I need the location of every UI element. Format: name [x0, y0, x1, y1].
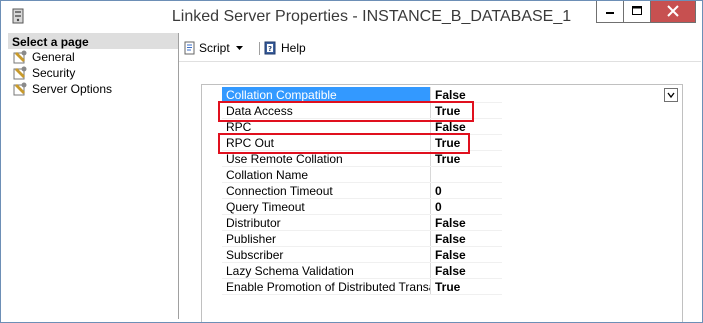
minimize-icon: [606, 12, 614, 14]
nav-item-security[interactable]: Security: [8, 65, 178, 81]
property-name: Collation Name: [222, 167, 431, 182]
property-name: Distributor: [222, 215, 431, 230]
nav-item-label: General: [32, 50, 75, 64]
property-value[interactable]: False: [431, 247, 502, 262]
property-row-subscriber[interactable]: Subscriber False: [222, 247, 502, 263]
nav-item-general[interactable]: General: [8, 49, 178, 65]
property-name: Connection Timeout: [222, 183, 431, 198]
select-page-pane: Select a page General Security Server Op…: [8, 33, 179, 319]
property-value[interactable]: False: [431, 263, 502, 278]
property-value[interactable]: False: [431, 215, 502, 230]
property-value[interactable]: True: [431, 135, 502, 150]
property-value[interactable]: False: [431, 231, 502, 246]
help-book-icon: ?: [264, 41, 276, 55]
property-row-enable-promotion[interactable]: Enable Promotion of Distributed Transact…: [222, 279, 502, 295]
property-row-connection-timeout[interactable]: Connection Timeout 0: [222, 183, 502, 199]
property-row-rpc[interactable]: RPC False: [222, 119, 502, 135]
properties-pane: Script ? Help Collation Compatible False…: [179, 33, 701, 322]
property-row-distributor[interactable]: Distributor False: [222, 215, 502, 231]
property-value[interactable]: 0: [431, 199, 502, 214]
property-name: Data Access: [222, 103, 431, 118]
property-name: Query Timeout: [222, 199, 431, 214]
property-row-query-timeout[interactable]: Query Timeout 0: [222, 199, 502, 215]
property-name: Lazy Schema Validation: [222, 263, 431, 278]
close-icon: [667, 5, 679, 17]
property-value[interactable]: True: [431, 151, 502, 166]
minimize-button[interactable]: [597, 1, 623, 22]
close-button[interactable]: [650, 1, 695, 22]
chevron-down-icon: [667, 92, 675, 99]
property-name: Enable Promotion of Distributed Transact…: [222, 279, 431, 294]
property-value[interactable]: True: [431, 279, 502, 294]
property-row-data-access[interactable]: Data Access True: [222, 103, 502, 119]
property-row-collation-name[interactable]: Collation Name: [222, 167, 502, 183]
property-value[interactable]: 0: [431, 183, 502, 198]
property-name: RPC Out: [222, 135, 431, 150]
property-row-publisher[interactable]: Publisher False: [222, 231, 502, 247]
select-page-header: Select a page: [8, 33, 178, 49]
wrench-page-icon: [13, 50, 27, 64]
nav-item-server-options[interactable]: Server Options: [8, 81, 178, 97]
property-name: RPC: [222, 119, 431, 134]
window-controls: [596, 1, 696, 23]
property-name: Use Remote Collation: [222, 151, 431, 166]
property-value[interactable]: False: [431, 119, 502, 134]
property-grid: Collation Compatible False Data Access T…: [201, 84, 683, 322]
property-row-use-remote-collation[interactable]: Use Remote Collation True: [222, 151, 502, 167]
script-icon: [184, 41, 195, 55]
property-name: Subscriber: [222, 247, 431, 262]
property-row-lazy-schema-validation[interactable]: Lazy Schema Validation False: [222, 263, 502, 279]
nav-item-label: Server Options: [32, 82, 113, 96]
help-button[interactable]: ? Help: [263, 41, 306, 55]
property-list: Collation Compatible False Data Access T…: [218, 87, 502, 295]
property-row-rpc-out[interactable]: RPC Out True: [222, 135, 502, 151]
wrench-page-icon: [13, 82, 27, 96]
property-value[interactable]: True: [431, 103, 502, 118]
script-label: Script: [199, 41, 230, 55]
maximize-icon: [632, 6, 642, 15]
property-value[interactable]: False: [431, 87, 502, 102]
linked-server-properties-window: Linked Server Properties - INSTANCE_B_DA…: [0, 0, 703, 323]
property-value[interactable]: [431, 167, 502, 182]
property-row-collation-compatible[interactable]: Collation Compatible False: [222, 87, 502, 103]
svg-text:?: ?: [268, 45, 272, 53]
title-bar[interactable]: Linked Server Properties - INSTANCE_B_DA…: [1, 1, 702, 31]
dropdown-arrow-icon: [236, 46, 244, 51]
toolbar: Script ? Help: [179, 33, 701, 62]
property-name: Collation Compatible: [222, 87, 431, 102]
collapse-button[interactable]: [664, 88, 678, 102]
script-button[interactable]: Script: [183, 41, 244, 55]
help-label: Help: [281, 41, 306, 55]
wrench-page-icon: [13, 66, 27, 80]
property-name: Publisher: [222, 231, 431, 246]
nav-item-label: Security: [32, 66, 76, 80]
toolbar-separator: [259, 42, 260, 55]
maximize-button[interactable]: [623, 1, 650, 22]
